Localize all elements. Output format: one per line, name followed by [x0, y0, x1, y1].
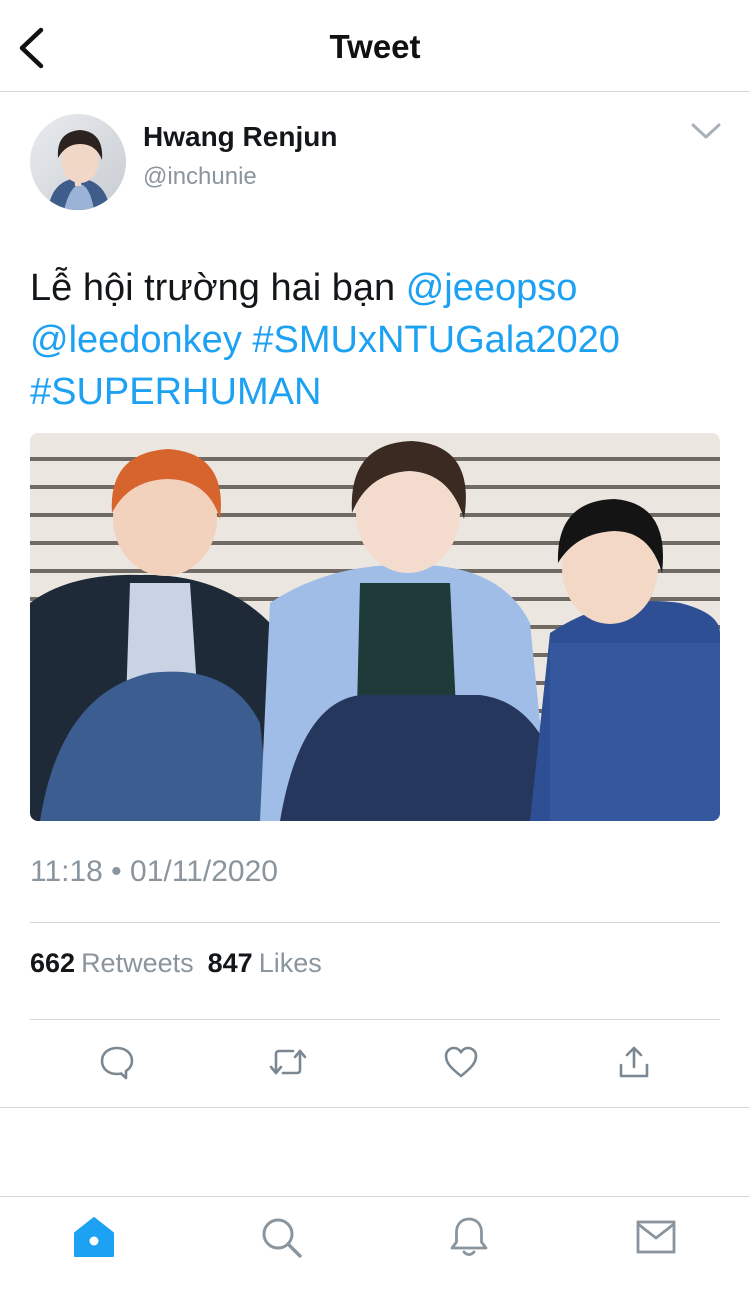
hashtag-link[interactable]: #SMUxNTUGala2020 [252, 319, 619, 361]
share-button[interactable] [614, 1042, 654, 1082]
retweet-button[interactable] [268, 1042, 308, 1082]
divider [30, 1019, 720, 1020]
like-icon [444, 1046, 478, 1078]
likes-label[interactable]: Likes [259, 948, 322, 978]
author-name[interactable]: Hwang Renjun [143, 121, 337, 153]
retweets-count[interactable]: 662 [30, 948, 75, 978]
search-icon [262, 1218, 302, 1258]
likes-count[interactable]: 847 [208, 948, 253, 978]
tab-notifications[interactable] [446, 1214, 492, 1260]
reply-icon [100, 1046, 134, 1080]
tweet-text: Lễ hội trường hai bạn @jeeopso @leedonke… [30, 262, 730, 418]
page-title: Tweet [329, 28, 421, 65]
retweets-label[interactable]: Retweets [81, 948, 194, 978]
hashtag-link[interactable]: #SUPERHUMAN [30, 371, 321, 413]
tweet-timestamp[interactable]: 11:18 • 01/11/2020 [30, 855, 278, 889]
tab-search[interactable] [258, 1214, 304, 1260]
reply-button[interactable] [97, 1042, 137, 1082]
author-handle[interactable]: @inchunie [143, 163, 257, 191]
top-nav-bar: Tweet [0, 0, 750, 92]
tweet-text-plain: Lễ hội trường hai bạn [30, 267, 406, 309]
tab-home[interactable] [71, 1214, 117, 1260]
messages-icon [636, 1220, 676, 1254]
mention-link[interactable]: @leedonkey [30, 319, 242, 361]
like-button[interactable] [441, 1042, 481, 1082]
notifications-icon [450, 1217, 488, 1256]
share-icon [619, 1046, 649, 1078]
tweet-options-button[interactable] [686, 116, 726, 146]
tab-messages[interactable] [633, 1214, 679, 1260]
divider [30, 922, 720, 923]
chevron-down-icon [691, 123, 721, 139]
retweet-icon [269, 1049, 307, 1075]
mention-link[interactable]: @jeeopso [406, 267, 578, 309]
tweet-stats: 662 Retweets 847 Likes [30, 948, 322, 979]
tweet-photo[interactable] [30, 433, 720, 821]
tab-bar-divider [0, 1196, 750, 1197]
divider [0, 1107, 750, 1108]
home-icon [74, 1217, 114, 1257]
avatar[interactable] [30, 114, 126, 210]
